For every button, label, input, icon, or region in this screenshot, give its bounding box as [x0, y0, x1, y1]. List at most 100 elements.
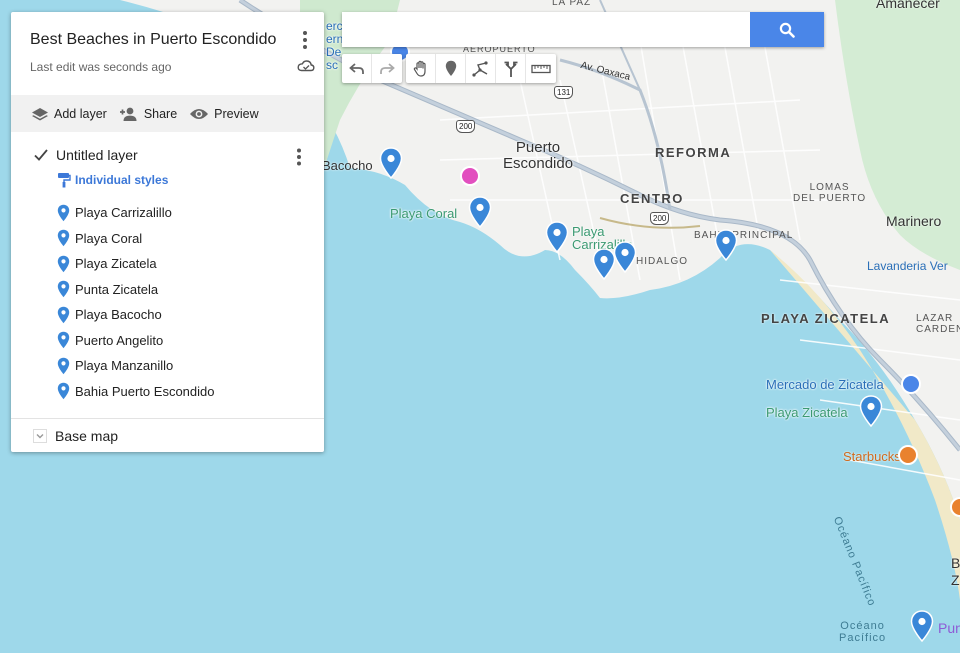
history-tools	[342, 54, 402, 83]
place-name: Bahia Puerto Escondido	[75, 383, 215, 399]
redo-icon	[380, 62, 395, 74]
redo-button[interactable]	[372, 54, 402, 83]
undo-icon	[348, 62, 364, 74]
search-button[interactable]	[750, 12, 824, 47]
label-playa-zicatela-district: PLAYA ZICATELA	[761, 311, 891, 326]
draw-line-icon	[471, 60, 488, 77]
search-icon	[779, 22, 795, 38]
list-item[interactable]: Bahia Puerto Escondido	[57, 379, 324, 405]
more-options-icon[interactable]	[300, 29, 310, 51]
map-title[interactable]: Best Beaches in Puerto Escondido	[30, 31, 306, 49]
label-playa-zicatela: Playa Zicatela	[766, 405, 848, 420]
base-map-toggle[interactable]: Base map	[11, 418, 324, 452]
panel-actions: Add layer Share Preview	[11, 95, 324, 132]
map-marker-icon[interactable]	[910, 610, 934, 642]
attraction-icon[interactable]	[460, 166, 480, 186]
layer-section: Untitled layer Individual styles Playa C…	[11, 132, 324, 404]
highway-shield-131: 131	[554, 86, 574, 99]
place-marker-icon	[57, 383, 70, 400]
layer-checkbox[interactable]	[33, 147, 49, 163]
measure-button[interactable]	[526, 54, 556, 83]
label-lomas-del-puerto: LOMAS DEL PUERTO	[793, 182, 867, 204]
draw-line-button[interactable]	[466, 54, 496, 83]
add-layer-button[interactable]: Add layer	[31, 106, 107, 122]
map-panel: Best Beaches in Puerto Escondido Last ed…	[11, 12, 324, 452]
shopping-cart-icon[interactable]	[901, 374, 921, 394]
list-item[interactable]: Puerto Angelito	[57, 328, 324, 354]
place-marker-icon	[57, 357, 70, 374]
place-name: Playa Manzanillo	[75, 358, 174, 374]
individual-styles-link[interactable]: Individual styles	[57, 172, 324, 188]
label-edge-letters: B Z	[951, 555, 960, 588]
label-hidalgo: HIDALGO	[636, 256, 689, 267]
chevron-down-icon	[33, 428, 47, 443]
paint-roller-icon	[58, 173, 71, 188]
last-edit-status: Last edit was seconds ago	[30, 60, 172, 74]
map-marker-icon[interactable]	[613, 241, 637, 273]
place-marker-icon	[57, 332, 70, 349]
place-marker-icon	[57, 204, 70, 221]
label-puerto-escondido: Puerto Escondido	[503, 139, 574, 172]
label-centro: CENTRO	[620, 191, 684, 206]
map-marker-icon[interactable]	[379, 147, 403, 179]
label-playa-coral: Playa Coral	[390, 206, 458, 221]
place-marker-icon	[57, 281, 70, 298]
list-item[interactable]: Punta Zicatela	[57, 277, 324, 303]
undo-button[interactable]	[342, 54, 372, 83]
map-marker-icon[interactable]	[545, 221, 569, 253]
place-name: Playa Carrizalillo	[75, 205, 172, 221]
list-item[interactable]: Playa Manzanillo	[57, 353, 324, 379]
label-bahia-principal: BAHIA PRINCIPAL	[694, 230, 794, 241]
label-lavanderia: Lavanderia Ver	[867, 259, 948, 273]
place-name: Puerto Angelito	[75, 332, 164, 348]
layer-name[interactable]: Untitled layer	[56, 147, 138, 163]
map-marker-icon[interactable]	[468, 196, 492, 228]
list-item[interactable]: Playa Bacocho	[57, 302, 324, 328]
label-oceano-pacifico: Océano Pacífico	[839, 620, 887, 644]
panel-header: Best Beaches in Puerto Escondido Last ed…	[11, 12, 324, 95]
place-name: Playa Zicatela	[75, 256, 157, 272]
label-bacocho: Bacocho	[322, 158, 373, 173]
directions-icon	[504, 61, 517, 77]
list-item[interactable]: Playa Carrizalillo	[57, 200, 324, 226]
places-list: Playa Carrizalillo Playa Coral Playa Zic…	[57, 200, 324, 404]
share-button[interactable]: Share	[119, 106, 177, 122]
edit-tools	[406, 54, 556, 83]
search-input[interactable]	[342, 12, 750, 47]
cafe-icon[interactable]	[898, 445, 918, 465]
list-item[interactable]: Playa Coral	[57, 226, 324, 252]
map-marker-icon[interactable]	[859, 395, 883, 427]
map-marker-icon[interactable]	[714, 229, 738, 261]
base-map-label: Base map	[55, 427, 119, 444]
place-marker-icon	[57, 255, 70, 272]
place-marker-icon	[57, 230, 70, 247]
label-pun: Pun	[938, 620, 960, 636]
layers-icon	[32, 107, 48, 120]
marker-icon	[445, 60, 456, 76]
eye-icon	[190, 108, 209, 119]
label-la-paz: LA PAZ	[552, 0, 592, 8]
add-marker-button[interactable]	[436, 54, 466, 83]
individual-styles-label: Individual styles	[75, 173, 169, 187]
hand-icon	[413, 60, 426, 77]
preview-button[interactable]: Preview	[189, 106, 259, 121]
label-amanecer: Amanecer	[876, 0, 940, 11]
ruler-icon	[531, 64, 551, 73]
share-label: Share	[143, 106, 178, 121]
label-marinero: Marinero	[886, 213, 942, 229]
place-marker-icon	[57, 306, 70, 323]
search-bar	[342, 12, 824, 47]
place-name: Playa Bacocho	[75, 307, 162, 323]
label-mercado: Mercado de Zicatela	[766, 377, 884, 392]
highway-shield-200: 200	[650, 212, 670, 225]
select-tool-button[interactable]	[406, 54, 436, 83]
highway-shield-200: 200	[456, 120, 476, 133]
place-name: Punta Zicatela	[75, 281, 159, 297]
list-item[interactable]: Playa Zicatela	[57, 251, 324, 277]
layer-header: Untitled layer	[33, 147, 324, 163]
layer-options-icon[interactable]	[294, 147, 304, 167]
cloud-saved-icon	[297, 60, 315, 72]
add-person-icon	[119, 107, 137, 121]
add-directions-button[interactable]	[496, 54, 526, 83]
preview-label: Preview	[214, 106, 259, 121]
